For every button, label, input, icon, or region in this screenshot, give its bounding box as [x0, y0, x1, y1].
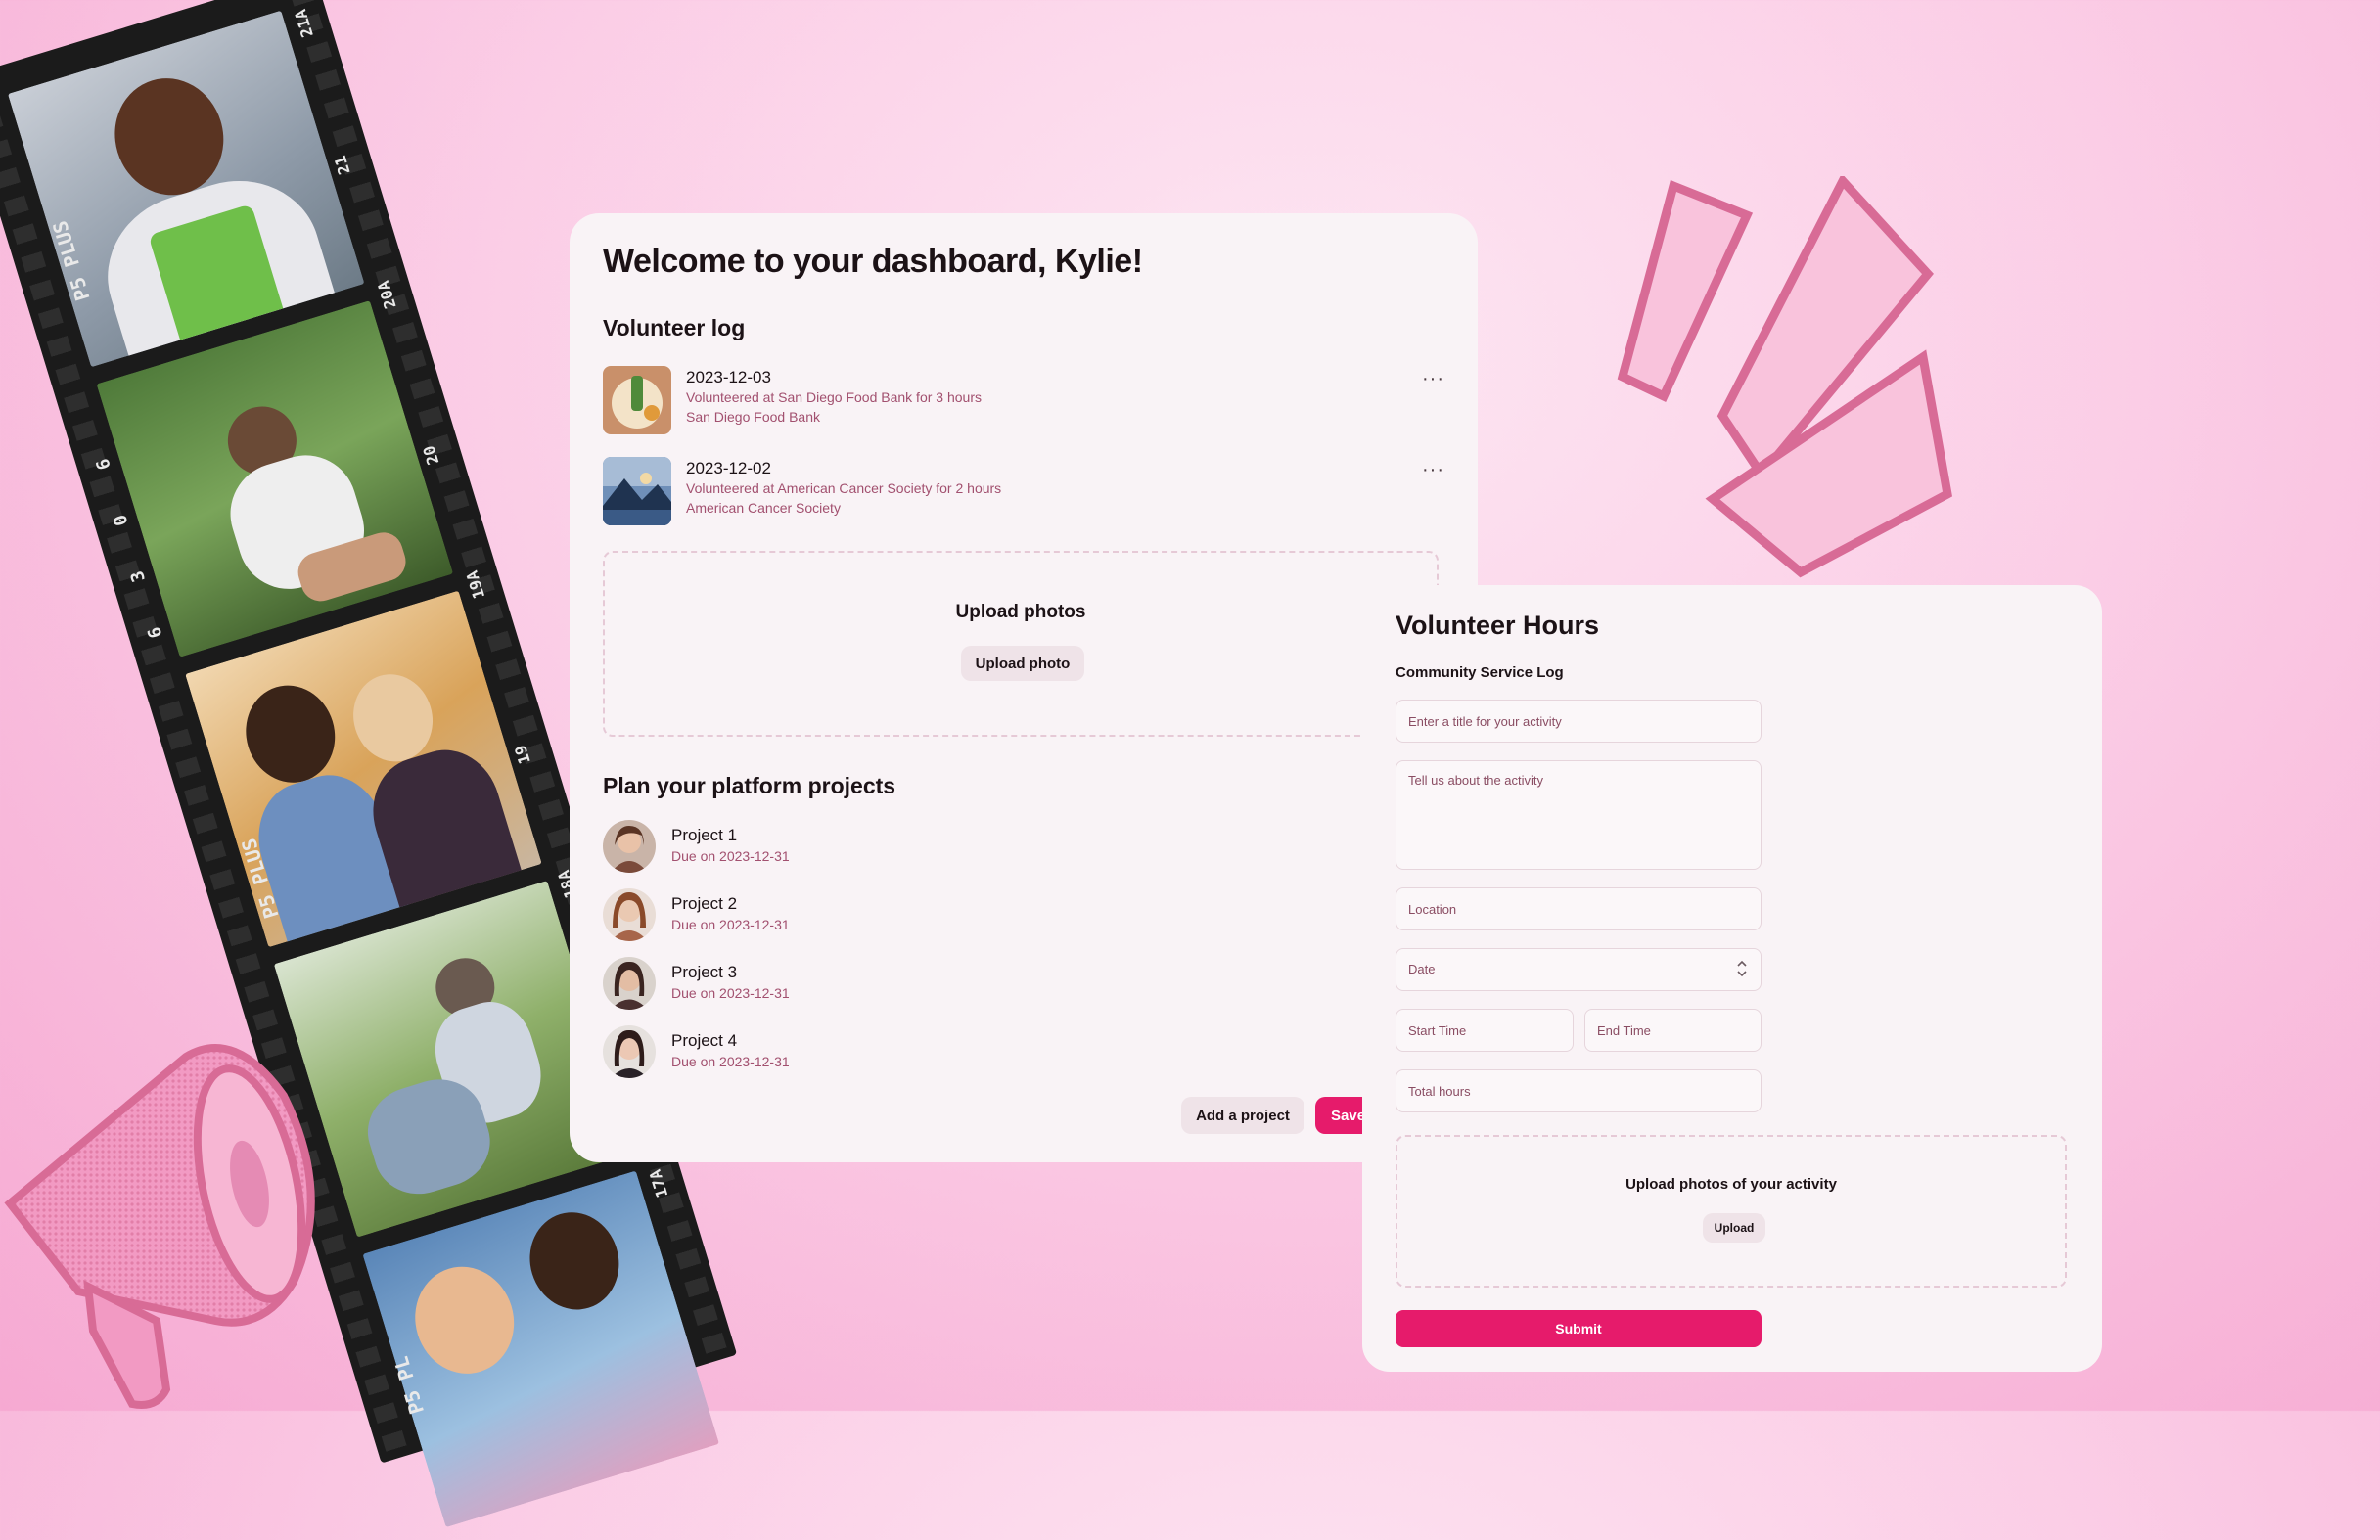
avatar [603, 888, 656, 941]
photo-upload-dropzone[interactable]: Upload photos Upload photo [603, 551, 1439, 737]
project-item[interactable]: Project 4 Due on 2023-12-31 [603, 1025, 994, 1080]
project-item[interactable]: Project 1 Due on 2023-12-31 [603, 820, 994, 875]
avatar [603, 820, 656, 873]
food-bank-thumbnail [603, 366, 671, 434]
activity-photo-dropzone[interactable]: Upload photos of your activity Upload [1396, 1135, 2067, 1288]
project-name: Project 4 [671, 1031, 738, 1050]
thumb-fruit [644, 405, 660, 421]
megaphone-decoration [4, 1044, 315, 1409]
volunteer-log-heading: Volunteer log [603, 315, 746, 340]
project-name: Project 3 [671, 963, 738, 981]
log-entry[interactable]: 2023-12-02 Volunteered at American Cance… [603, 457, 1444, 527]
thumb-bottle [631, 376, 643, 411]
log-date: 2023-12-02 [686, 459, 771, 477]
project-due-date: Due on 2023-12-31 [671, 917, 790, 932]
dashboard-card: Welcome to your dashboard, Kylie! Volunt… [570, 213, 1478, 1162]
log-entry[interactable]: 2023-12-03 Volunteered at San Diego Food… [603, 366, 1444, 436]
upload-activity-photos-title: Upload photos of your activity [1625, 1176, 1837, 1193]
upload-button[interactable]: Upload [1703, 1213, 1765, 1243]
thumb-sun [640, 473, 652, 484]
page-title: Welcome to your dashboard, Kylie! [603, 243, 1143, 280]
location-input[interactable] [1396, 887, 1762, 930]
date-select[interactable]: Date [1396, 948, 1762, 991]
thumb-horizon [603, 457, 671, 486]
start-time-input[interactable] [1396, 1009, 1574, 1052]
project-due-date: Due on 2023-12-31 [671, 985, 790, 1001]
log-organization: American Cancer Society [686, 500, 841, 516]
add-project-button[interactable]: Add a project [1181, 1097, 1304, 1134]
project-name: Project 2 [671, 894, 738, 913]
more-options-icon[interactable]: ··· [1422, 459, 1444, 481]
avatar [603, 1025, 656, 1078]
volunteer-hours-card: Volunteer Hours Community Service Log Da… [1362, 585, 2102, 1372]
total-hours-input[interactable] [1396, 1069, 1762, 1112]
landscape-thumbnail [603, 457, 671, 525]
upload-photo-button[interactable]: Upload photo [961, 646, 1084, 681]
project-item[interactable]: Project 3 Due on 2023-12-31 [603, 957, 994, 1012]
avatar [603, 957, 656, 1010]
upload-photos-title: Upload photos [955, 602, 1086, 622]
log-description: Volunteered at San Diego Food Bank for 3… [686, 389, 982, 405]
chevron-up [1737, 960, 1747, 967]
project-name: Project 1 [671, 826, 738, 844]
end-time-input[interactable] [1584, 1009, 1762, 1052]
chevron-updown-icon [1737, 959, 1747, 979]
community-service-log-label: Community Service Log [1396, 664, 1564, 681]
more-options-icon[interactable]: ··· [1422, 368, 1444, 390]
log-organization: San Diego Food Bank [686, 409, 820, 425]
chevron-down [1737, 971, 1747, 977]
projects-heading: Plan your platform projects [603, 773, 896, 798]
activity-description-textarea[interactable] [1396, 760, 1762, 870]
log-date: 2023-12-03 [686, 368, 771, 386]
burst-shard [1617, 179, 1754, 403]
date-select-label: Date [1408, 962, 1436, 976]
volunteer-hours-title: Volunteer Hours [1396, 611, 1600, 640]
submit-button[interactable]: Submit [1396, 1310, 1762, 1347]
burst-shapes-decoration [1617, 176, 1953, 578]
activity-title-input[interactable] [1396, 700, 1762, 743]
thumb-water [603, 510, 671, 525]
log-description: Volunteered at American Cancer Society f… [686, 480, 1002, 496]
project-due-date: Due on 2023-12-31 [671, 848, 790, 864]
project-due-date: Due on 2023-12-31 [671, 1054, 790, 1069]
project-item[interactable]: Project 2 Due on 2023-12-31 [603, 888, 994, 943]
